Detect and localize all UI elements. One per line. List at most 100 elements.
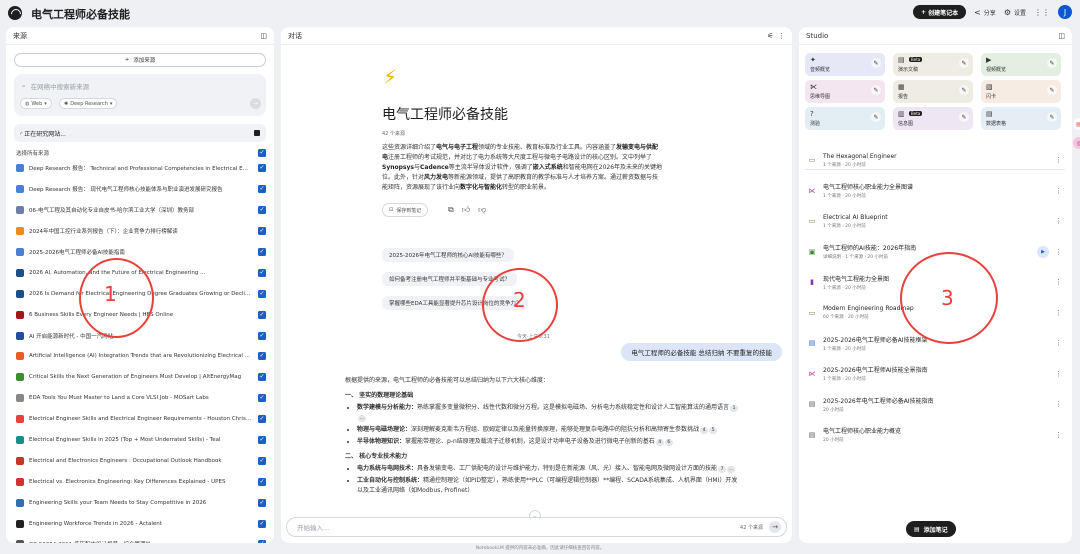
source-item[interactable]: 2024年中国工控行业系列报告（下）：企业竞争力排行榜解读 ✓: [16, 221, 266, 242]
source-checkbox[interactable]: ✓: [258, 227, 266, 236]
source-checkbox[interactable]: ✓: [258, 289, 266, 298]
source-checkbox[interactable]: ✓: [258, 310, 266, 319]
studio-tile[interactable]: ▤ 数据表格 ✎: [981, 107, 1061, 130]
citation-chip[interactable]: 7: [718, 466, 727, 473]
source-checkbox[interactable]: ✓: [258, 394, 266, 403]
edit-pencil-icon[interactable]: ✎: [1047, 112, 1057, 122]
studio-tile[interactable]: ▧ 闪卡 ✎: [981, 80, 1061, 103]
tune-icon[interactable]: ⚟: [767, 32, 773, 40]
more-options-icon[interactable]: ⋮: [1055, 217, 1062, 225]
source-item[interactable]: EDA Tools You Must Master to Land a Core…: [16, 388, 266, 409]
source-item[interactable]: Electrical Engineer Skills and Electrica…: [16, 409, 266, 430]
more-options-icon[interactable]: ⋮: [1055, 339, 1062, 347]
play-icon[interactable]: ▶: [1037, 245, 1049, 258]
source-checkbox[interactable]: ✓: [258, 456, 266, 465]
more-options-icon[interactable]: ⋮: [1055, 400, 1062, 408]
edit-pencil-icon[interactable]: ✎: [871, 112, 881, 122]
thumbs-up-icon[interactable]: 👍︎: [462, 205, 470, 215]
thumbs-down-icon[interactable]: 👎︎: [478, 205, 486, 215]
side-widget-icon[interactable]: ▤: [1073, 118, 1080, 130]
source-checkbox[interactable]: ✓: [258, 519, 266, 528]
source-checkbox[interactable]: ✓: [258, 206, 266, 215]
source-checkbox[interactable]: ✓: [258, 185, 266, 194]
select-all-checkbox[interactable]: ✓: [258, 149, 266, 157]
collapse-panel-icon[interactable]: ◫: [1058, 32, 1065, 40]
source-checkbox[interactable]: ✓: [258, 477, 266, 486]
citation-chip[interactable]: 4: [700, 427, 709, 434]
studio-note-item[interactable]: ▤ 2025-2026年电气工程师必备AI技能指南 20 小时前 ⋮: [807, 389, 1065, 420]
edit-pencil-icon[interactable]: ✎: [1047, 85, 1057, 95]
studio-note-item[interactable]: ⋉ 电气工程师核心职业能力全景图谱 1 个来源 · 20 小时前 ⋮: [807, 176, 1065, 207]
add-source-button[interactable]: + 添加来源: [14, 53, 266, 67]
more-options-icon[interactable]: ⋮: [1055, 370, 1062, 378]
studio-tile[interactable]: ⋉ 思维导图 ✎: [805, 80, 885, 103]
edit-pencil-icon[interactable]: ✎: [1047, 58, 1057, 68]
source-item[interactable]: Engineering Workforce Trends in 2026 - A…: [16, 513, 266, 534]
citation-chip[interactable]: 1: [730, 405, 739, 412]
source-item[interactable]: Deep Research 报告： Technical and Professi…: [16, 158, 266, 179]
web-search-box[interactable]: ⌕ 在网络中搜索新来源 ◍ Web ▾ ✺ Deep Research ▾ →: [14, 74, 266, 116]
source-checkbox[interactable]: ✓: [258, 164, 266, 173]
source-checkbox[interactable]: ✓: [258, 540, 266, 543]
source-item[interactable]: Electrical and Electronics Engineers : O…: [16, 450, 266, 471]
source-item[interactable]: Engineering Skills your Team Needs to St…: [16, 492, 266, 513]
source-item[interactable]: Electrical Engineer Skills in 2025 (Top …: [16, 430, 266, 451]
citation-chip[interactable]: 6: [664, 439, 673, 446]
edit-pencil-icon[interactable]: ✎: [871, 85, 881, 95]
avatar[interactable]: J: [1058, 5, 1072, 19]
more-options-icon[interactable]: ⋮: [1055, 187, 1062, 195]
source-checkbox[interactable]: ✓: [258, 415, 266, 424]
source-checkbox[interactable]: ✓: [258, 268, 266, 277]
notebook-title[interactable]: 电气工程师必备技能: [31, 6, 130, 22]
source-item[interactable]: Critical Skills the Next Generation of E…: [16, 367, 266, 388]
more-options-icon[interactable]: ⋮: [1055, 248, 1062, 256]
source-checkbox[interactable]: ✓: [258, 436, 266, 445]
source-item[interactable]: GB 50054-2011 低压配电设计规范 - 综合管理处 ✓: [16, 534, 266, 543]
collapse-panel-icon[interactable]: ◫: [260, 32, 267, 40]
submit-search-button[interactable]: →: [250, 98, 261, 109]
edit-pencil-icon[interactable]: ✎: [959, 112, 969, 122]
studio-note-item[interactable]: ⋉ 2025-2026电气工程师AI技能全景指南 1 个来源 · 20 小时前 ⋮: [807, 359, 1065, 390]
source-item[interactable]: Deep Research 报告： 现代电气工程师核心技能体系与职业演进发展研究…: [16, 179, 266, 200]
chat-input[interactable]: 开始输入... 42 个来源 →: [286, 517, 787, 537]
studio-tile[interactable]: ? 测验 ✎: [805, 107, 885, 130]
citation-chip[interactable]: 5: [709, 427, 718, 434]
side-widget-icon[interactable]: ◎: [1073, 137, 1080, 149]
source-item[interactable]: 06-电气工程及其自动化专业自皮书-哈尔滨工业大学（深圳）教务部 ✓: [16, 200, 266, 221]
deep-research-chip[interactable]: ✺ Deep Research ▾: [59, 98, 118, 109]
studio-note-item[interactable]: ▭ The Hexagonal Engineer 1 个来源 · 20 小时前 ⋮: [807, 145, 1065, 176]
more-options-icon[interactable]: ⋮: [778, 32, 785, 40]
studio-tile[interactable]: ✦ 音频概览 ✎: [805, 53, 885, 76]
copy-icon[interactable]: ⧉: [448, 205, 454, 215]
studio-tile[interactable]: ▶ 视频概览 ✎: [981, 53, 1061, 76]
source-checkbox[interactable]: ✓: [258, 248, 266, 256]
source-checkbox[interactable]: ✓: [258, 498, 266, 507]
save-to-note-button[interactable]: ⊡ 保存到笔记: [382, 203, 429, 217]
apps-grid-button[interactable]: ⋮⋮: [1034, 8, 1050, 17]
edit-pencil-icon[interactable]: ✎: [871, 58, 881, 68]
citation-chip[interactable]: 4: [655, 439, 664, 446]
citation-chip[interactable]: ...: [358, 415, 366, 422]
add-note-button[interactable]: ▤ 添加笔记: [906, 521, 956, 537]
share-button[interactable]: < 分享: [974, 8, 996, 17]
studio-tile[interactable]: ▥ Beta 信息图 ✎: [893, 107, 973, 130]
search-input[interactable]: ⌕ 在网络中搜索新来源: [22, 81, 89, 92]
more-options-icon[interactable]: ⋮: [1055, 431, 1062, 439]
web-source-chip[interactable]: ◍ Web ▾: [20, 98, 52, 109]
more-options-icon[interactable]: ⋮: [1055, 156, 1062, 164]
send-button[interactable]: →: [769, 521, 781, 533]
studio-tile[interactable]: ▦ 报告 ✎: [893, 80, 973, 103]
source-item[interactable]: 2025-2026电气工程师必备AI技能指南 ✓: [16, 242, 266, 263]
create-notebook-button[interactable]: + 创建笔记本: [912, 5, 967, 19]
source-checkbox[interactable]: ✓: [258, 331, 266, 340]
source-checkbox[interactable]: ✓: [258, 352, 266, 361]
settings-button[interactable]: ⚙ 设置: [1004, 8, 1026, 17]
suggested-question[interactable]: 2025-2026年电气工程师的核心AI技能有哪些？: [382, 248, 514, 262]
more-options-icon[interactable]: ⋮: [1055, 278, 1062, 286]
studio-tile[interactable]: ▤ Beta 演示文稿 ✎: [893, 53, 973, 76]
citation-chip[interactable]: ...: [727, 466, 736, 473]
more-options-icon[interactable]: ⋮: [1055, 309, 1062, 317]
edit-pencil-icon[interactable]: ✎: [959, 85, 969, 95]
studio-note-item[interactable]: ▭ Electrical AI Blueprint 1 个来源 · 20 小时前 ⋮: [807, 206, 1065, 237]
notebooklm-logo-icon[interactable]: [8, 6, 22, 20]
